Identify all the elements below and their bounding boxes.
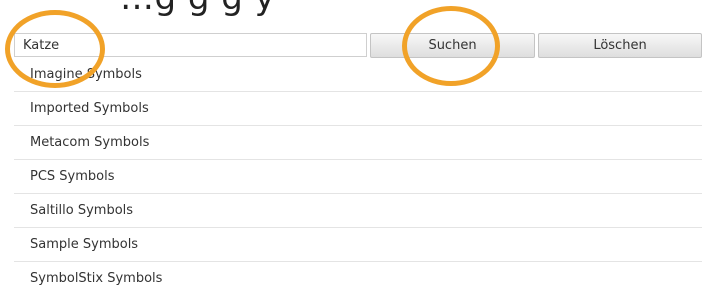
list-item-metacom-symbols[interactable]: Metacom Symbols [14, 126, 702, 160]
list-item-imported-symbols[interactable]: Imported Symbols [14, 92, 702, 126]
list-item-saltillo-symbols[interactable]: Saltillo Symbols [14, 194, 702, 228]
search-button[interactable]: Suchen [370, 33, 535, 58]
symbol-collection-list: Imagine Symbols Imported Symbols Metacom… [14, 58, 702, 296]
clear-button[interactable]: Löschen [538, 33, 702, 58]
cropped-title-text: …g g g y [120, 0, 702, 18]
list-item-symbolstix-symbols[interactable]: SymbolStix Symbols [14, 262, 702, 296]
search-input[interactable] [14, 33, 367, 57]
list-item-pcs-symbols[interactable]: PCS Symbols [14, 160, 702, 194]
list-item-imagine-symbols[interactable]: Imagine Symbols [14, 58, 702, 92]
list-item-sample-symbols[interactable]: Sample Symbols [14, 228, 702, 262]
